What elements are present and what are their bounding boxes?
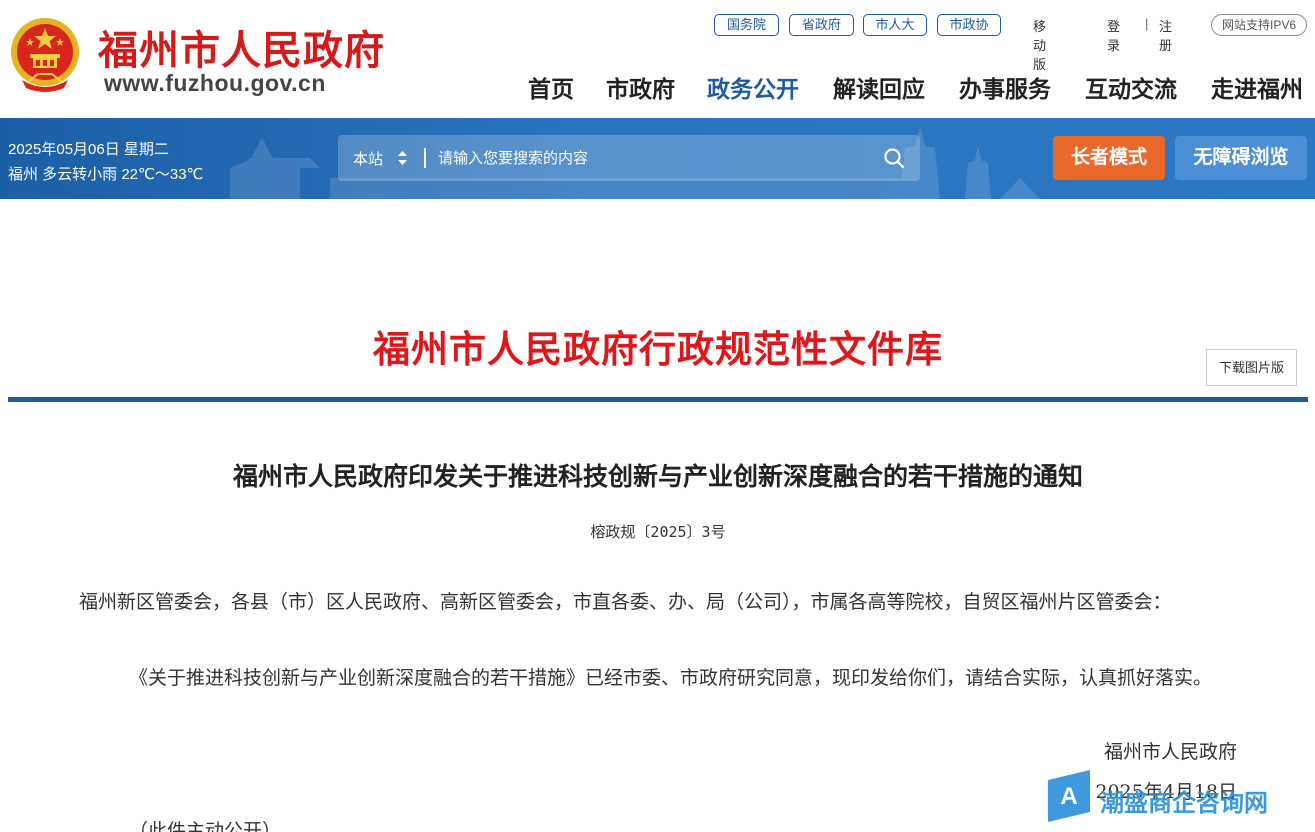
elder-mode-button[interactable]: 长者模式	[1053, 136, 1165, 180]
link-provincial-gov[interactable]: 省政府	[789, 14, 854, 36]
watermark-logo-icon: A	[1048, 770, 1090, 822]
search-box: 本站	[338, 135, 920, 181]
nav-interact[interactable]: 互动交流	[1085, 70, 1177, 104]
link-guowuyuan[interactable]: 国务院	[714, 14, 779, 36]
document-title: 福州市人民政府印发关于推进科技创新与产业创新深度融合的若干措施的通知	[232, 462, 1083, 491]
national-emblem-icon	[11, 18, 79, 92]
title-divider	[8, 397, 1308, 402]
weather-info: 福州 多云转小雨 22℃～33℃	[8, 166, 204, 183]
link-separator: |	[1145, 16, 1149, 31]
link-city-npc[interactable]: 市人大	[863, 14, 927, 36]
library-title: 福州市人民政府行政规范性文件库	[373, 327, 943, 371]
link-mobile[interactable]: 移动版	[1033, 16, 1046, 73]
link-city-cppcc[interactable]: 市政协	[937, 14, 1001, 36]
recipients-paragraph: 福州新区管委会，各县（市）区人民政府、高新区管委会，市直各委、办、局（公司），市…	[79, 591, 1172, 613]
search-input[interactable]	[438, 143, 868, 173]
current-date: 2025年05月06日 星期二	[8, 141, 169, 158]
nav-about-fuzhou[interactable]: 走进福州	[1211, 70, 1303, 104]
link-register[interactable]: 注册	[1159, 16, 1172, 54]
public-disclosure-note: （此件主动公开）	[129, 820, 282, 832]
site-name[interactable]: 福州市人民政府	[98, 18, 385, 76]
svg-text:A: A	[1060, 783, 1077, 810]
accessible-browse-button[interactable]: 无障碍浏览	[1175, 136, 1307, 180]
download-image-button[interactable]: 下载图片版	[1206, 349, 1297, 386]
notice-paragraph: 《关于推进科技创新与产业创新深度融合的若干措施》已经市委、市政府研究同意，现印发…	[129, 667, 1213, 689]
watermark-text: 潮盛商企咨询网	[1100, 788, 1268, 817]
site-header: 福州市人民政府 www.fuzhou.gov.cn 国务院 省政府 市人大 市政…	[0, 0, 1315, 118]
link-login[interactable]: 登录	[1107, 16, 1120, 54]
search-divider	[424, 148, 426, 168]
search-scope-select[interactable]: 本站	[353, 148, 383, 169]
nav-gov-affairs-open[interactable]: 政务公开	[707, 70, 799, 104]
search-banner: 2025年05月06日 星期二 福州 多云转小雨 22℃～33℃ 本站 长者模式…	[0, 118, 1315, 199]
nav-interpret[interactable]: 解读回应	[833, 70, 925, 104]
document-content: 福州市人民政府行政规范性文件库 下载图片版 福州市人民政府印发关于推进科技创新与…	[8, 199, 1308, 832]
nav-city-gov[interactable]: 市政府	[606, 70, 675, 104]
sort-arrows-icon[interactable]	[398, 151, 407, 165]
site-url[interactable]: www.fuzhou.gov.cn	[104, 70, 326, 97]
search-icon[interactable]	[883, 147, 905, 169]
nav-service[interactable]: 办事服务	[959, 70, 1051, 104]
signing-organization: 福州市人民政府	[1103, 741, 1237, 763]
ipv6-badge: 网站支持IPV6	[1211, 14, 1307, 36]
document-number: 榕政规〔2025〕3号	[590, 523, 726, 541]
nav-home[interactable]: 首页	[528, 70, 574, 104]
